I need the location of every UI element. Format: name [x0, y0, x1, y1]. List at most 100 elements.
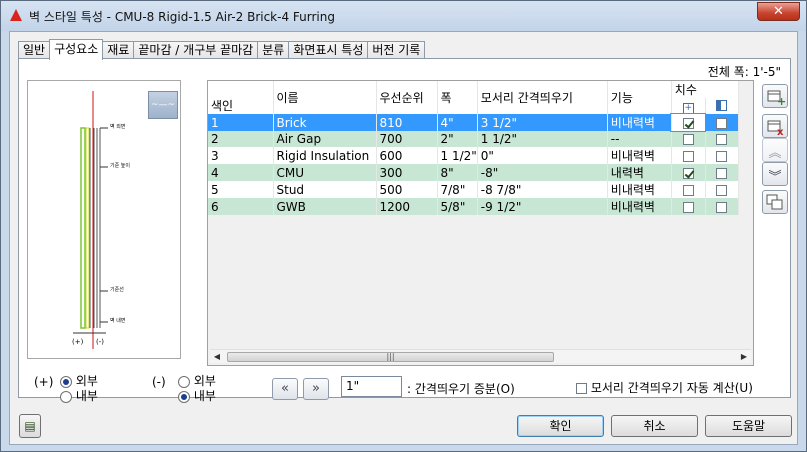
dim-checkbox[interactable]: [682, 201, 694, 213]
scroll-left-icon[interactable]: ◀: [210, 350, 224, 364]
cell-width: 7/8": [437, 181, 478, 198]
dialog-window: 벽 스타일 특성 - CMU-8 Rigid-1.5 Air-2 Brick-4…: [0, 0, 807, 452]
col-index[interactable]: 색인: [208, 81, 274, 114]
plus-exterior-label: 외부: [75, 374, 98, 388]
dim-interior-header: [705, 98, 739, 114]
dim-checkbox[interactable]: [682, 117, 694, 129]
context-help-button[interactable]: ▤: [19, 414, 41, 438]
offset-decrease-button[interactable]: «: [272, 378, 298, 400]
table-row[interactable]: 4 CMU 300 8" -8" 내력벽: [208, 164, 739, 181]
cell-priority: 1200: [376, 198, 438, 215]
ok-button[interactable]: 확인: [517, 415, 604, 437]
minus-interior-radio[interactable]: [178, 390, 190, 403]
cell-edge-offset: 1 1/2": [477, 131, 608, 147]
table-row[interactable]: 3 Rigid Insulation 600 1 1/2" 0" 비내력벽: [208, 147, 739, 164]
cell-function: 비내력벽: [607, 181, 672, 198]
offset-increment-input[interactable]: 1": [341, 376, 402, 397]
table-row[interactable]: 1 Brick 810 4" 3 1/2" 비내력벽: [208, 113, 739, 132]
auto-calc-checkbox[interactable]: [576, 383, 587, 394]
close-button[interactable]: ✕: [757, 2, 800, 21]
cell-function: 비내력벽: [607, 147, 672, 164]
plus-exterior-radio[interactable]: [60, 375, 72, 388]
delete-component-button[interactable]: x: [762, 114, 788, 138]
table-row[interactable]: 6 GWB 1200 5/8" -9 1/2" 비내력벽: [208, 198, 739, 215]
dim-split-icon: [716, 100, 728, 111]
dim-checkbox[interactable]: [716, 117, 728, 129]
cell-index: 6: [208, 198, 274, 215]
plus-interior-radio[interactable]: [60, 390, 72, 403]
svg-text:x: x: [777, 127, 784, 137]
dim-checkbox[interactable]: [682, 134, 694, 145]
annotation-interior-face: 벽 내면: [110, 318, 126, 324]
autocad-logo-icon: [10, 9, 22, 21]
dim-checkbox[interactable]: [716, 150, 728, 162]
tab-version-history[interactable]: 버전 기록: [367, 41, 426, 59]
cell-index: 1: [208, 114, 274, 131]
move-up-button[interactable]: ︽: [762, 138, 788, 162]
cell-name: Air Gap: [273, 131, 377, 147]
cell-function: --: [607, 131, 672, 147]
dim-checkbox[interactable]: [682, 150, 694, 162]
document-export-icon: ▤: [24, 419, 36, 433]
tab-components[interactable]: 구성요소: [49, 39, 104, 60]
table-row[interactable]: 2 Air Gap 700 2" 1 1/2" --: [208, 131, 739, 147]
cell-edge-offset: 0": [477, 147, 608, 164]
move-down-button[interactable]: ︾: [762, 162, 788, 186]
window-title: 벽 스타일 특성 - CMU-8 Rigid-1.5 Air-2 Brick-4…: [29, 10, 335, 24]
col-priority[interactable]: 우선순위: [376, 81, 438, 114]
add-component-icon: +: [767, 90, 786, 108]
copy-component-button[interactable]: [762, 190, 788, 214]
wall-preview: ~—~ 벽 외면 기준 높이 기준선 벽 내면 (+) (-): [27, 80, 181, 359]
dim-checkbox[interactable]: [682, 184, 694, 196]
cancel-button[interactable]: 취소: [611, 415, 698, 437]
cell-edge-offset: -8": [477, 164, 608, 181]
cell-width: 4": [437, 114, 478, 131]
tab-materials[interactable]: 재료: [102, 41, 135, 59]
cell-width: 1 1/2": [437, 147, 478, 164]
offset-increase-button[interactable]: »: [303, 378, 329, 400]
col-name[interactable]: 이름: [273, 81, 377, 114]
minus-side-symbol: (-): [152, 375, 166, 389]
cell-index: 3: [208, 147, 274, 164]
cell-width: 8": [437, 164, 478, 181]
annotation-baseline: 기준선: [110, 287, 124, 293]
help-button[interactable]: 도움말: [705, 415, 792, 437]
cell-edge-offset: 3 1/2": [477, 114, 608, 131]
cell-index: 4: [208, 164, 274, 181]
move-up-icon: ︽: [768, 146, 782, 161]
minus-exterior-radio[interactable]: [178, 375, 190, 388]
tab-endcaps[interactable]: 끝마감 / 개구부 끝마감: [133, 41, 259, 59]
total-width-label: 전체 폭: 1'-5": [707, 65, 781, 79]
table-row[interactable]: 5 Stud 500 7/8" -8 7/8" 비내력벽: [208, 181, 739, 198]
minus-interior-option[interactable]: 내부: [178, 387, 216, 404]
cell-priority: 300: [376, 164, 438, 181]
col-function[interactable]: 기능: [607, 81, 672, 114]
horizontal-scrollbar[interactable]: ◀ ||| ▶: [210, 349, 751, 363]
dim-checkbox[interactable]: [716, 167, 728, 179]
col-edge-offset[interactable]: 모서리 간격띄우기: [477, 81, 608, 114]
cell-edge-offset: -9 1/2": [477, 198, 608, 215]
cell-edge-offset: -8 7/8": [477, 181, 608, 198]
dim-checkbox[interactable]: [716, 134, 728, 145]
dim-checkbox[interactable]: [716, 184, 728, 196]
annotation-plus: (+): [72, 338, 84, 346]
add-component-button[interactable]: +: [762, 84, 788, 108]
col-width[interactable]: 폭: [437, 81, 478, 114]
auto-calc-option[interactable]: 모서리 간격띄우기 자동 계산(U): [576, 379, 753, 396]
dim-checkbox[interactable]: [716, 201, 728, 213]
scroll-thumb[interactable]: |||: [227, 352, 554, 362]
scroll-right-icon[interactable]: ▶: [737, 350, 751, 364]
cell-function: 비내력벽: [607, 114, 672, 131]
title-bar: 벽 스타일 특성 - CMU-8 Rigid-1.5 Air-2 Brick-4…: [1, 1, 806, 31]
tab-general[interactable]: 일반: [18, 41, 51, 59]
tab-classifications[interactable]: 분류: [257, 41, 290, 59]
components-table: 색인 이름 우선순위 폭 모서리 간격띄우기 기능 치수 + 1 Brick 8…: [208, 81, 739, 215]
tab-display-properties[interactable]: 화면표시 특성: [288, 41, 369, 59]
col-dimension[interactable]: 치수: [671, 81, 739, 98]
tab-strip: 일반 구성요소 재료 끝마감 / 개구부 끝마감 분류 화면표시 특성 버전 기…: [18, 39, 426, 60]
dialog-client: 일반 구성요소 재료 끝마감 / 개구부 끝마감 분류 화면표시 특성 버전 기…: [9, 31, 798, 445]
dim-checkbox[interactable]: [682, 167, 694, 179]
cell-function: 비내력벽: [607, 198, 672, 215]
plus-interior-option[interactable]: 내부: [60, 387, 98, 404]
cell-width: 5/8": [437, 198, 478, 215]
